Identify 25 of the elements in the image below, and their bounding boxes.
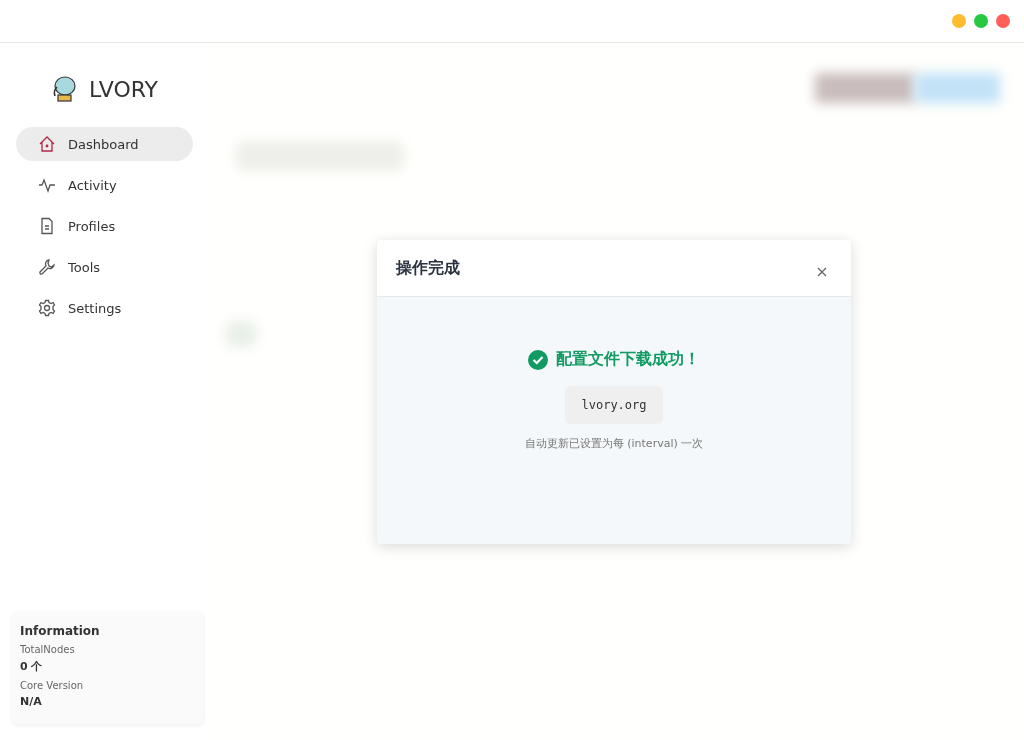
settings-icon (38, 299, 56, 317)
sidebar-item[interactable]: Tools (16, 250, 193, 284)
info-label: Core Version (20, 680, 85, 691)
dialog-title: 操作完成 (396, 257, 460, 279)
close-icon[interactable] (817, 267, 827, 277)
wrench-icon (38, 258, 56, 276)
info-value: 0 个 (20, 659, 44, 674)
check-circle-icon (528, 349, 548, 370)
url-text: lvory.org (565, 386, 663, 424)
info-value: N/A (20, 695, 43, 708)
pulse-icon (38, 176, 56, 194)
window-control-dot[interactable] (952, 14, 966, 28)
sidebar-item[interactable]: Profiles (16, 209, 193, 243)
success-message: 配置文件下载成功！ (556, 349, 700, 370)
app-name: LVORY (88, 76, 159, 102)
info-title: Information (20, 624, 101, 638)
home-icon (38, 135, 56, 153)
info-label: TotalNodes (20, 644, 76, 655)
sidebar-item[interactable]: Dashboard (16, 127, 193, 161)
sidebar-item[interactable]: Activity (16, 168, 193, 202)
window-control-dot[interactable] (974, 14, 988, 28)
window-control-dot[interactable] (996, 14, 1010, 28)
sidebar-item[interactable]: Settings (16, 291, 193, 325)
document-icon (38, 217, 56, 235)
update-note: 自动更新已设置为每 (interval) 一次 (524, 436, 704, 451)
